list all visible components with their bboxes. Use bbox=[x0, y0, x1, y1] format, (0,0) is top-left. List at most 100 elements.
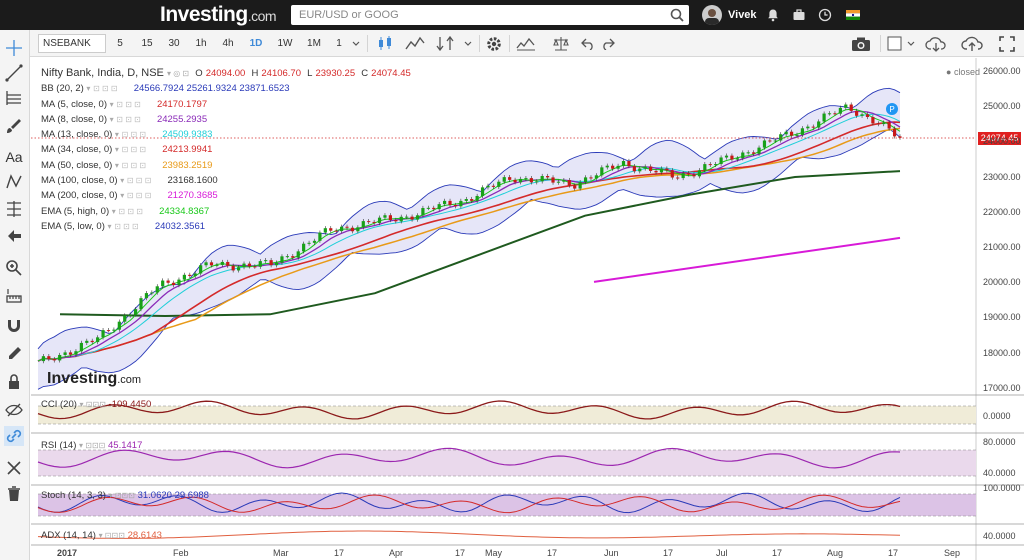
indicator-row[interactable]: MA (50, close, 0) ▾ ⊡ ⊡ ⊡ 23983.2519 bbox=[41, 158, 411, 173]
chevron-down-icon[interactable] bbox=[464, 41, 472, 47]
horizontal-lines-icon[interactable] bbox=[4, 88, 24, 108]
indicator-row[interactable]: MA (34, close, 0) ▾ ⊡ ⊡ ⊡ 24213.9941 bbox=[41, 142, 411, 157]
zoom-icon[interactable] bbox=[4, 258, 24, 278]
fullscreen-icon[interactable] bbox=[999, 36, 1015, 52]
candle-body bbox=[654, 170, 658, 173]
trash-icon[interactable] bbox=[4, 484, 24, 504]
indicator-row[interactable]: BB (20, 2) ▾ ⊡ ⊡ ⊡ 24566.7924 25261.9324… bbox=[41, 81, 411, 96]
x-tick-label: 17 bbox=[547, 548, 558, 558]
username[interactable]: Vivek bbox=[728, 9, 757, 21]
eye-off-icon[interactable] bbox=[4, 400, 24, 420]
brush-icon[interactable] bbox=[4, 116, 24, 136]
interval-1d[interactable]: 1D bbox=[246, 34, 266, 53]
candle-body bbox=[497, 181, 501, 187]
chart-legend: Nifty Bank, India, D, NSE ▾ ◎ ⊡ O 24094.… bbox=[41, 66, 411, 234]
interval-1w[interactable]: 1W bbox=[275, 34, 295, 53]
compare-icon[interactable] bbox=[436, 35, 454, 52]
candle-body bbox=[236, 267, 241, 271]
indicator-row[interactable]: EMA (5, low, 0) ▾ ⊡ ⊡ ⊡ 24032.3561 bbox=[41, 219, 411, 234]
candles-icon[interactable] bbox=[376, 35, 394, 52]
x-tick-label: 17 bbox=[663, 548, 674, 558]
chevron-down-icon[interactable] bbox=[352, 41, 360, 47]
candle-body bbox=[269, 260, 273, 266]
remove-tools-icon[interactable] bbox=[4, 458, 24, 478]
undo-icon[interactable] bbox=[581, 37, 595, 50]
candle-body bbox=[621, 161, 626, 166]
rsi-tick-80: 80.0000 bbox=[983, 437, 1016, 447]
indicators-icon[interactable] bbox=[516, 36, 536, 51]
indicator-row[interactable]: MA (200, close, 0) ▾ ⊡ ⊡ ⊡ 21270.3685 bbox=[41, 188, 411, 203]
candle-body bbox=[762, 140, 767, 148]
indicator-row[interactable]: MA (100, close, 0) ▾ ⊡ ⊡ ⊡ 23168.1600 bbox=[41, 173, 411, 188]
layout-icon[interactable] bbox=[887, 36, 902, 51]
interval-1m[interactable]: 1M bbox=[304, 34, 324, 53]
candle-body bbox=[508, 177, 512, 180]
candle-body bbox=[58, 354, 62, 361]
rsi-label: RSI (14) ▾ ⊡⊡⊡ 45.1417 bbox=[41, 440, 143, 451]
candle-body bbox=[638, 168, 642, 172]
cloud-download-icon[interactable] bbox=[925, 36, 947, 52]
redo-icon[interactable] bbox=[601, 37, 615, 50]
interval-4h[interactable]: 4h bbox=[219, 34, 237, 53]
candle-body bbox=[594, 175, 599, 179]
investing-watermark: Investing.com bbox=[47, 370, 142, 387]
pencil-lock-icon[interactable] bbox=[4, 344, 24, 364]
candle-body bbox=[692, 174, 696, 177]
drawing-toolbar: Aa bbox=[0, 30, 30, 560]
candle-body bbox=[556, 181, 561, 183]
camera-icon[interactable] bbox=[851, 36, 871, 52]
crosshair-icon[interactable] bbox=[4, 38, 24, 58]
x-tick-label: Jun bbox=[604, 548, 619, 558]
indicator-row[interactable]: MA (13, close, 0) ▾ ⊡ ⊡ ⊡ 24509.9383 bbox=[41, 127, 411, 142]
interval-30[interactable]: 30 bbox=[165, 34, 183, 53]
bell-icon[interactable] bbox=[766, 8, 780, 22]
cloud-upload-icon[interactable] bbox=[960, 35, 984, 52]
clock-icon[interactable] bbox=[818, 8, 832, 22]
interval-5[interactable]: 5 bbox=[112, 34, 128, 53]
chevron-down-icon[interactable] bbox=[907, 41, 915, 47]
chart-title[interactable]: Nifty Bank, India, D, NSE bbox=[41, 67, 164, 79]
candle-body bbox=[426, 207, 430, 209]
interval-multiplier[interactable]: 1 bbox=[332, 34, 346, 53]
x-tick-label: Sep bbox=[944, 548, 961, 558]
fib-icon[interactable] bbox=[4, 199, 24, 219]
x-tick-label: 17 bbox=[888, 548, 899, 558]
portfolio-icon[interactable] bbox=[792, 8, 806, 22]
area-chart-icon[interactable] bbox=[405, 36, 425, 51]
interval-15[interactable]: 15 bbox=[138, 34, 156, 53]
indicator-row[interactable]: MA (8, close, 0) ▾ ⊡ ⊡ ⊡ 24255.2935 bbox=[41, 112, 411, 127]
trend-line-icon[interactable] bbox=[4, 63, 24, 83]
adx-tick: 40.0000 bbox=[983, 531, 1016, 541]
candle-body bbox=[215, 264, 219, 266]
search-icon[interactable] bbox=[669, 7, 685, 23]
link-icon[interactable] bbox=[4, 426, 24, 446]
indicator-row[interactable]: MA (5, close, 0) ▾ ⊡ ⊡ ⊡ 24170.1797 bbox=[41, 97, 411, 112]
indicator-row[interactable]: EMA (5, high, 0) ▾ ⊡ ⊡ ⊡ 24334.8367 bbox=[41, 204, 411, 219]
ruler-icon[interactable] bbox=[4, 286, 24, 306]
candle-body bbox=[757, 147, 761, 154]
text-icon[interactable]: Aa bbox=[4, 147, 24, 167]
magnet-icon[interactable] bbox=[4, 316, 24, 336]
arrow-left-icon[interactable] bbox=[4, 226, 24, 246]
candle-body bbox=[285, 256, 289, 258]
search-input[interactable]: EUR/USD or GOOG bbox=[291, 5, 689, 25]
candle-body bbox=[844, 104, 848, 108]
candle-body bbox=[139, 298, 143, 310]
candle-body bbox=[573, 185, 577, 189]
x-tick-label: May bbox=[485, 548, 503, 558]
symbol-input[interactable]: NSEBANK bbox=[38, 34, 106, 53]
lock-icon[interactable] bbox=[4, 372, 24, 392]
avatar[interactable] bbox=[702, 5, 722, 25]
pattern-icon[interactable] bbox=[4, 172, 24, 192]
candle-body bbox=[112, 329, 116, 331]
gear-icon[interactable] bbox=[485, 35, 503, 53]
candle-body bbox=[518, 178, 523, 183]
y-tick-label: 24000.00 bbox=[983, 136, 1021, 147]
india-flag-icon[interactable] bbox=[846, 10, 860, 20]
interval-1h[interactable]: 1h bbox=[192, 34, 210, 53]
chart-title-row: Nifty Bank, India, D, NSE ▾ ◎ ⊡ O 24094.… bbox=[41, 67, 411, 79]
candle-body bbox=[177, 279, 181, 286]
y-tick-label: 25000.00 bbox=[983, 101, 1021, 112]
balance-icon[interactable] bbox=[552, 36, 570, 51]
site-logo[interactable]: Investing.com bbox=[160, 3, 277, 27]
